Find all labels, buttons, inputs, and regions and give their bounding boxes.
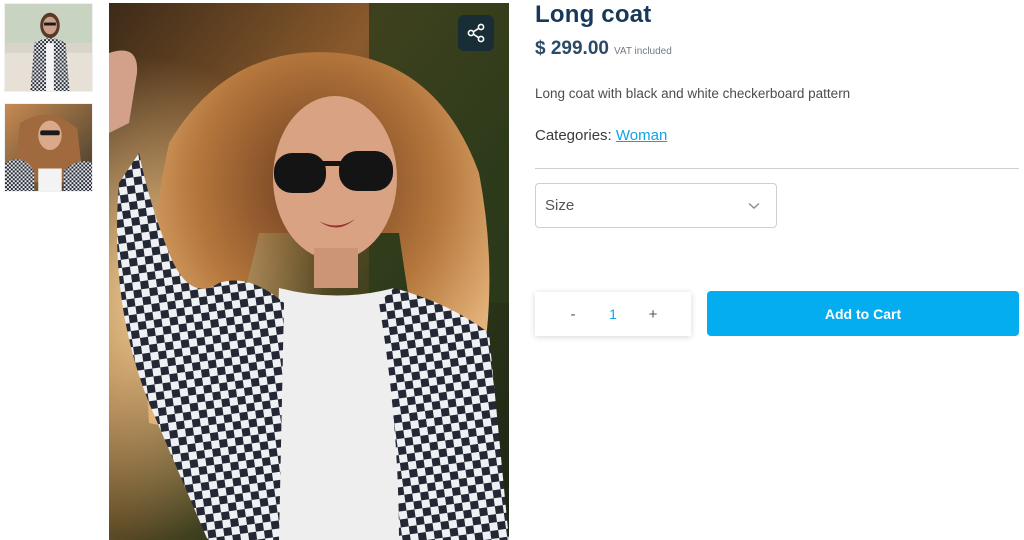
size-select[interactable]: Size xyxy=(535,183,777,228)
vat-note: VAT included xyxy=(613,46,672,57)
share-icon xyxy=(467,23,485,43)
quantity-increase-button[interactable]: + xyxy=(645,306,661,323)
product-description: Long coat with black and white checkerbo… xyxy=(535,86,851,101)
product-page: Long coat $ 299.00 VAT included Long coa… xyxy=(0,0,1024,540)
quantity-stepper: - 1 + xyxy=(535,292,691,336)
product-title: Long coat xyxy=(535,1,652,28)
categories-label: Categories: xyxy=(535,127,612,144)
main-photo-illustration xyxy=(109,3,509,540)
product-main-photo xyxy=(109,3,509,540)
product-price: $ 299.00 xyxy=(535,38,609,59)
add-to-cart-button[interactable]: Add to Cart xyxy=(707,291,1019,336)
quantity-value[interactable]: 1 xyxy=(603,306,623,322)
size-select-placeholder: Size xyxy=(545,197,575,214)
share-button[interactable] xyxy=(458,15,494,51)
price-row: $ 299.00 VAT included xyxy=(535,38,672,60)
product-thumbnail-2[interactable] xyxy=(4,103,93,192)
thumbnail-2-photo xyxy=(5,104,92,191)
chevron-down-icon xyxy=(748,202,760,209)
divider xyxy=(535,168,1019,169)
product-thumbnail-1[interactable] xyxy=(4,3,93,92)
category-link-woman[interactable]: Woman xyxy=(616,127,667,144)
quantity-decrease-button[interactable]: - xyxy=(565,306,581,323)
thumbnail-1-photo xyxy=(5,4,92,91)
product-categories: Categories: Woman xyxy=(535,127,667,144)
